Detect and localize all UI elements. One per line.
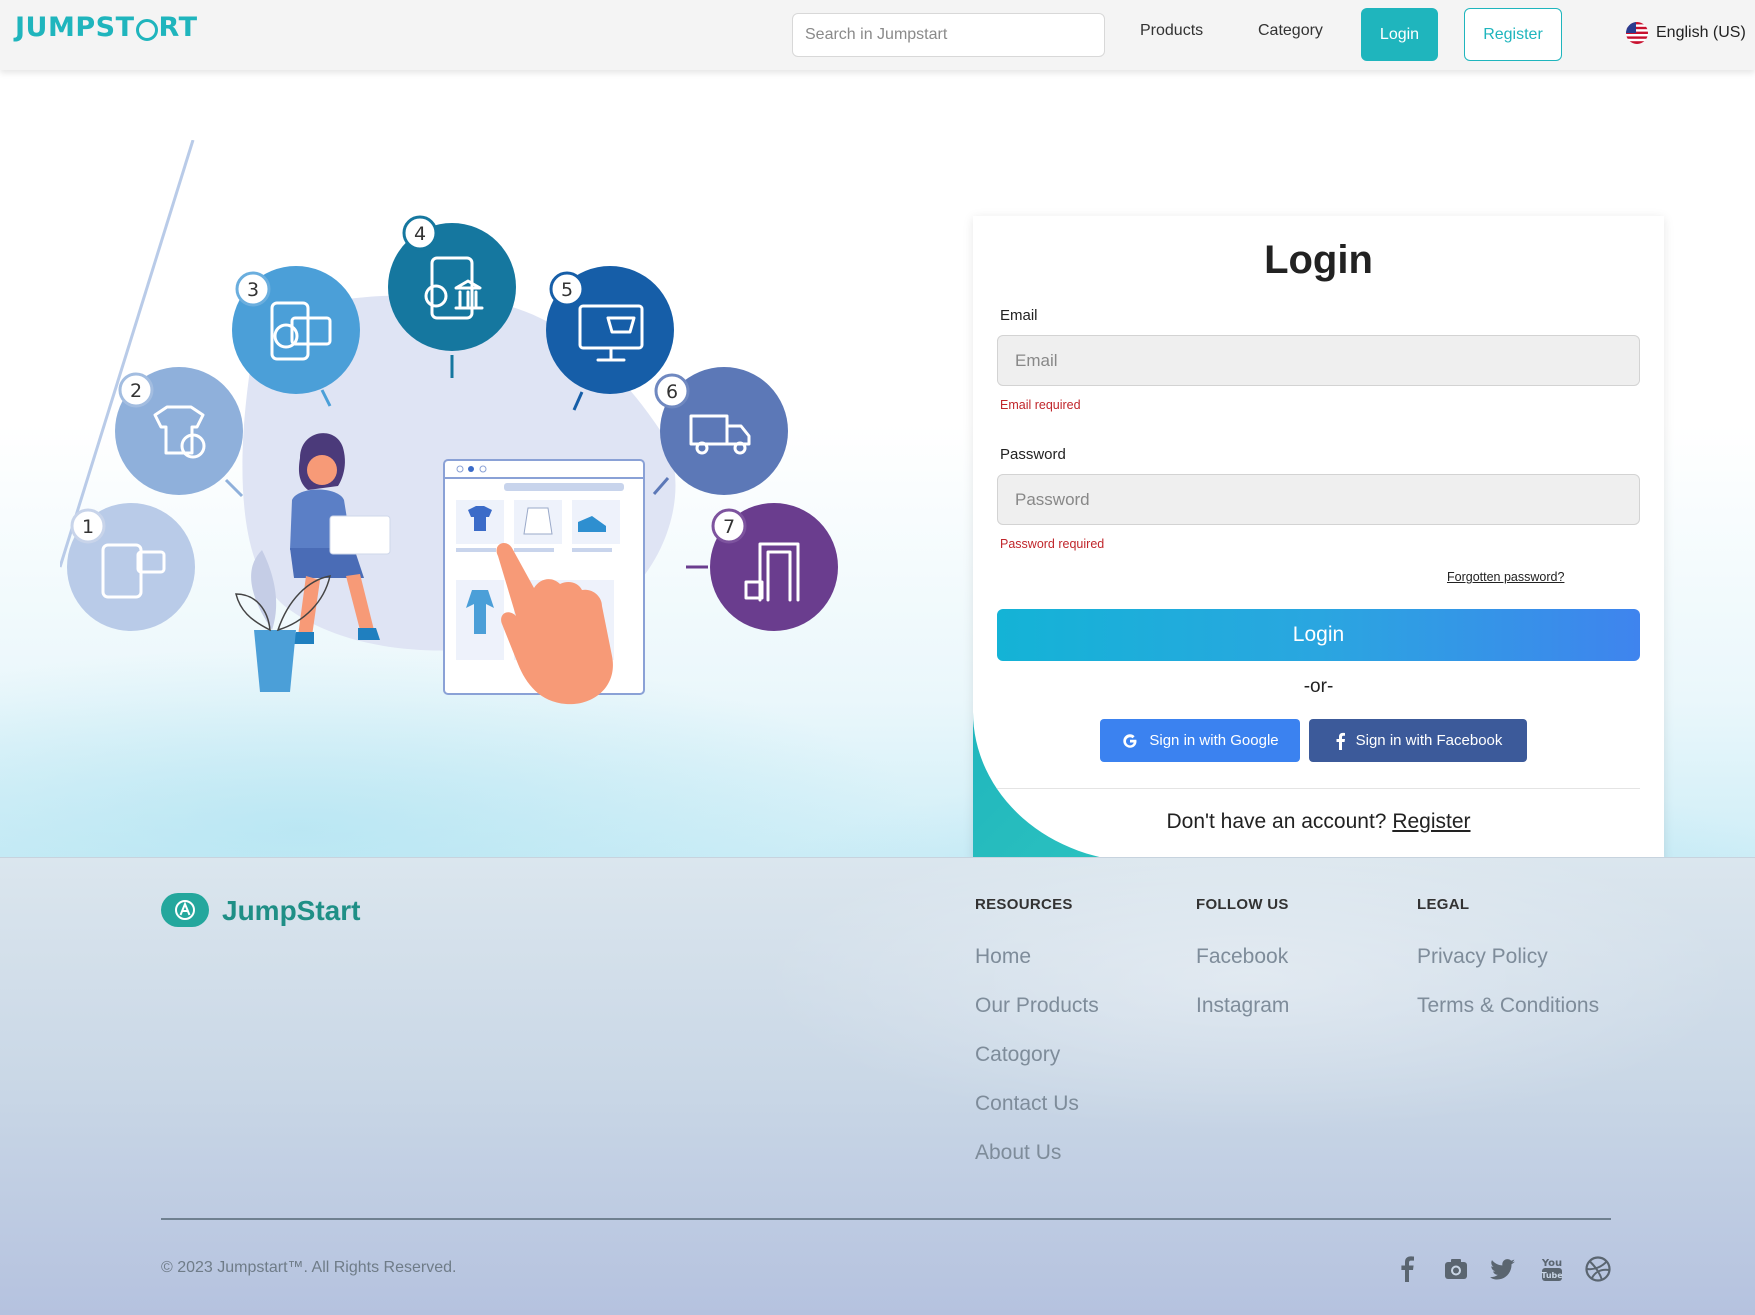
footer-logo-icon: [161, 893, 209, 927]
google-icon: [1123, 733, 1137, 748]
search-input[interactable]: [792, 13, 1105, 57]
step-5-label: 5: [561, 279, 573, 301]
svg-text:You: You: [1541, 1258, 1562, 1269]
copyright-text: © 2023 Jumpstart™. All Rights Reserved.: [161, 1259, 457, 1276]
footer-link-privacy-policy[interactable]: Privacy Policy: [1417, 945, 1548, 969]
footer-brand[interactable]: JumpStart: [222, 895, 360, 927]
facebook-icon[interactable]: [1394, 1254, 1422, 1284]
footer-link-about-us[interactable]: About Us: [975, 1141, 1061, 1165]
or-divider-text: -or-: [1303, 676, 1334, 697]
login-card: Login Email Email required Password Pass…: [973, 216, 1664, 857]
google-signin-button[interactable]: Sign in with Google: [1100, 719, 1300, 762]
nav-register-button[interactable]: Register: [1464, 8, 1562, 61]
footer-heading-follow-us: FOLLOW US: [1196, 896, 1289, 913]
instagram-icon[interactable]: [1442, 1254, 1470, 1284]
password-field[interactable]: [997, 474, 1640, 525]
footer-link-home[interactable]: Home: [975, 945, 1031, 969]
login-submit-button[interactable]: Login: [997, 609, 1640, 661]
facebook-signin-button[interactable]: Sign in with Facebook: [1309, 719, 1527, 762]
footer-link-instagram[interactable]: Instagram: [1196, 994, 1289, 1018]
us-flag-icon: [1626, 22, 1648, 44]
footer-link-contact-us[interactable]: Contact Us: [975, 1092, 1079, 1116]
footer-divider: [161, 1218, 1611, 1220]
forgot-password-link[interactable]: Forgotten password?: [1447, 570, 1564, 584]
card-divider: [997, 788, 1640, 789]
footer-link-our-products[interactable]: Our Products: [975, 994, 1099, 1018]
facebook-icon: [1336, 732, 1345, 750]
footer-link-facebook[interactable]: Facebook: [1196, 945, 1288, 969]
nav-login-button[interactable]: Login: [1361, 8, 1438, 61]
email-error: Email required: [1000, 398, 1081, 412]
footer-heading-resources: RESOURCES: [975, 896, 1073, 913]
nav-link-category[interactable]: Category: [1258, 22, 1323, 40]
email-label: Email: [1000, 307, 1038, 324]
logo-a-icon: [135, 19, 158, 41]
footer-link-terms[interactable]: Terms & Conditions: [1417, 994, 1599, 1018]
step-2-label: 2: [130, 380, 142, 402]
footer: JumpStart RESOURCES Home Our Products Ca…: [0, 857, 1755, 1315]
password-error: Password required: [1000, 537, 1105, 551]
step-6-label: 6: [666, 381, 678, 403]
youtube-icon[interactable]: You Tube: [1538, 1254, 1566, 1284]
facebook-signin-label: Sign in with Facebook: [1355, 732, 1503, 749]
jumpstart-logo[interactable]: JUMPST RT: [15, 10, 198, 46]
nav-link-products[interactable]: Products: [1140, 22, 1203, 40]
step-4-label: 4: [414, 223, 426, 245]
password-label: Password: [1000, 446, 1066, 463]
language-label: English (US): [1656, 24, 1746, 41]
logo-text-left: JUMPST: [15, 12, 135, 43]
register-link[interactable]: Register: [1392, 810, 1470, 833]
no-account-text: Don't have an account?: [1166, 810, 1387, 833]
top-navbar: JUMPST RT Products Category Login Registe…: [0, 0, 1755, 70]
register-prompt: Don't have an account? Register: [973, 810, 1664, 834]
step-1-label: 1: [82, 516, 94, 538]
hero-section: 1 2 3 4 5 6 7 Login Email Email Email re…: [0, 70, 1755, 857]
footer-link-category[interactable]: Catogory: [975, 1043, 1060, 1067]
ecommerce-illustration: 1 2 3 4 5 6 7: [60, 140, 838, 705]
logo-text-right: RT: [158, 12, 198, 43]
language-selector[interactable]: English (US): [1626, 22, 1746, 44]
google-signin-label: Sign in with Google: [1149, 732, 1279, 749]
step-3-label: 3: [247, 279, 259, 301]
dribbble-icon[interactable]: [1584, 1254, 1612, 1284]
step-7-label: 7: [723, 516, 735, 538]
twitter-icon[interactable]: [1489, 1254, 1517, 1284]
login-title: Login: [1264, 238, 1373, 282]
svg-text:Tube: Tube: [1541, 1271, 1563, 1280]
footer-heading-legal: LEGAL: [1417, 896, 1470, 913]
email-field[interactable]: [997, 335, 1640, 386]
